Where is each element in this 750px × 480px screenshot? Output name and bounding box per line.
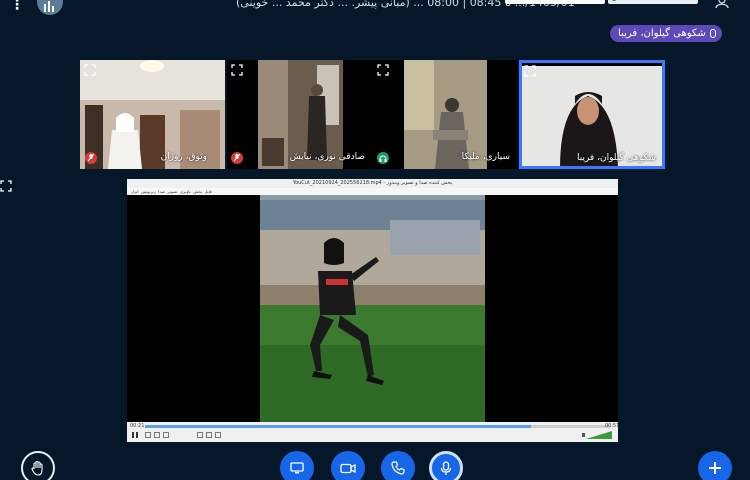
menu-item[interactable]: زیرنویس [141, 189, 156, 194]
fullscreen-icon[interactable] [0, 180, 12, 192]
menu-item[interactable]: صدا [158, 189, 165, 194]
menu-item[interactable]: ابزار [131, 189, 138, 194]
player-controls: 00:21 00:51 [127, 422, 620, 442]
loop-button[interactable] [215, 432, 221, 438]
participant-name: وثوق، روژان [160, 152, 207, 162]
top-bar: ⋮ (مبانی پیشر. ... دکتر محمد ... خوینی) … [0, 0, 750, 15]
mic-icon [709, 29, 716, 38]
status-dot-icon [611, 0, 617, 1]
camera-icon [340, 463, 356, 473]
participant-name: صادقی نوری، نیایش [289, 152, 365, 162]
phone-icon [391, 461, 405, 475]
participant-tile[interactable]: سیاری، ملیکا [373, 60, 518, 169]
expand-icon[interactable] [524, 65, 536, 77]
expand-icon[interactable] [231, 64, 243, 76]
seek-progress[interactable] [145, 425, 531, 428]
volume-slider[interactable] [582, 431, 612, 439]
player-title: YouCut_20210924_202556218.mp4 - پخش کنند… [127, 179, 618, 188]
add-button[interactable] [698, 451, 732, 480]
meeting-app: ⋮ (مبانی پیشر. ... دکتر محمد ... خوینی) … [0, 0, 750, 480]
time-total: 00:51 [605, 423, 620, 429]
raise-hand-button[interactable] [21, 451, 55, 480]
pause-icon[interactable] [131, 431, 139, 439]
player-menu: فایل پخش ناوبری تصویر صدا زیرنویس ابزار [127, 188, 618, 195]
shared-video-window[interactable]: YouCut_20210924_202556218.mp4 - پخش کنند… [127, 179, 620, 442]
fullscreen-toggle[interactable] [197, 432, 203, 438]
bars-logo-icon[interactable] [37, 0, 63, 15]
next-button[interactable] [163, 432, 169, 438]
muted-icon [85, 152, 97, 164]
time-elapsed: 00:21 [130, 423, 145, 429]
expand-icon[interactable] [84, 64, 96, 76]
stop-button[interactable] [154, 432, 160, 438]
top-white-button[interactable] [505, 0, 605, 4]
microphone-icon [440, 460, 452, 475]
share-screen-button[interactable] [280, 451, 314, 480]
plus-icon [709, 462, 721, 474]
camera-button[interactable] [331, 451, 365, 480]
monitor-icon [290, 462, 304, 474]
microphone-button[interactable] [429, 451, 463, 480]
participant-name: شکوهی گیلوان، فریبا [576, 153, 656, 163]
menu-item[interactable]: ناوبری [180, 189, 191, 194]
video-frame [260, 195, 485, 422]
hand-icon [31, 460, 43, 476]
playlist-button[interactable] [206, 432, 212, 438]
top-status-button[interactable] [608, 0, 698, 4]
phone-button[interactable] [381, 451, 415, 480]
options-menu-icon[interactable]: ⋮ [10, 0, 24, 13]
talking-indicator: شکوهی گیلوان، فریبا [610, 25, 722, 42]
participant-tile-active[interactable]: شکوهی گیلوان، فریبا [519, 60, 665, 169]
menu-item[interactable]: پخش [193, 189, 202, 194]
participant-name: سیاری، ملیکا [461, 152, 510, 162]
user-icon[interactable] [715, 0, 729, 11]
menu-item[interactable]: تصویر [167, 189, 177, 194]
menu-item[interactable]: فایل [205, 189, 212, 194]
headset-icon [377, 152, 389, 164]
participant-tile[interactable]: صادقی نوری، نیایش [227, 60, 373, 169]
talking-name: شکوهی گیلوان، فریبا [618, 28, 706, 39]
prev-button[interactable] [145, 432, 151, 438]
participant-tile[interactable]: وثوق، روژان [80, 60, 225, 169]
expand-icon[interactable] [377, 64, 389, 76]
muted-icon [231, 152, 243, 164]
